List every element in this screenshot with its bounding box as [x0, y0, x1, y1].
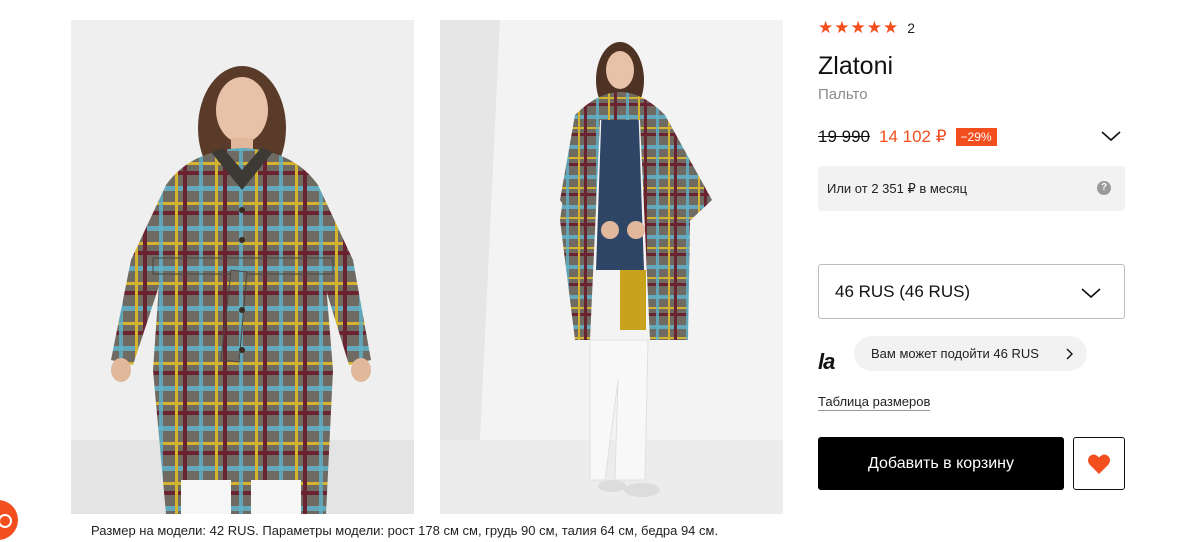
old-price: 19 990 [818, 127, 870, 146]
chat-widget-button[interactable] [0, 500, 18, 540]
size-table-link[interactable]: Таблица размеров [818, 394, 931, 411]
fit-service-logo: la [818, 349, 835, 374]
question-icon[interactable]: ? [1097, 181, 1111, 195]
add-to-cart-button[interactable]: Добавить в корзину [818, 437, 1064, 490]
price-row: 19 990 14 102 ₽ −29% [818, 126, 1124, 148]
brand-name[interactable]: Zlatoni [818, 52, 893, 81]
current-price: 14 102 ₽ [879, 127, 947, 146]
size-suggestion-chip[interactable]: Вам может подойти 46 RUS [854, 336, 1087, 371]
chevron-down-icon[interactable] [1100, 129, 1122, 143]
chevron-down-icon [1081, 288, 1101, 299]
model-params-caption: Размер на модели: 42 RUS. Параметры моде… [91, 523, 719, 538]
size-dropdown[interactable]: 46 RUS (46 RUS) [818, 264, 1125, 319]
product-photo-1[interactable] [71, 20, 414, 514]
heart-icon [1088, 454, 1110, 474]
chevron-right-icon [1066, 348, 1073, 360]
size-suggestion-text: Вам может подойти 46 RUS [871, 346, 1039, 361]
installment-text: Или от 2 351 ₽ в месяц [827, 180, 968, 196]
rating-count: 2 [907, 20, 915, 36]
installment-banner[interactable]: Или от 2 351 ₽ в месяц ? [818, 166, 1125, 211]
star-icon: ★★★★★ [818, 18, 900, 37]
product-photo-2[interactable] [440, 20, 783, 514]
selected-size: 46 RUS (46 RUS) [835, 281, 971, 301]
rating[interactable]: ★★★★★ 2 [818, 18, 915, 38]
wishlist-button[interactable] [1073, 437, 1125, 490]
product-category: Пальто [818, 86, 868, 103]
discount-badge: −29% [955, 128, 997, 146]
